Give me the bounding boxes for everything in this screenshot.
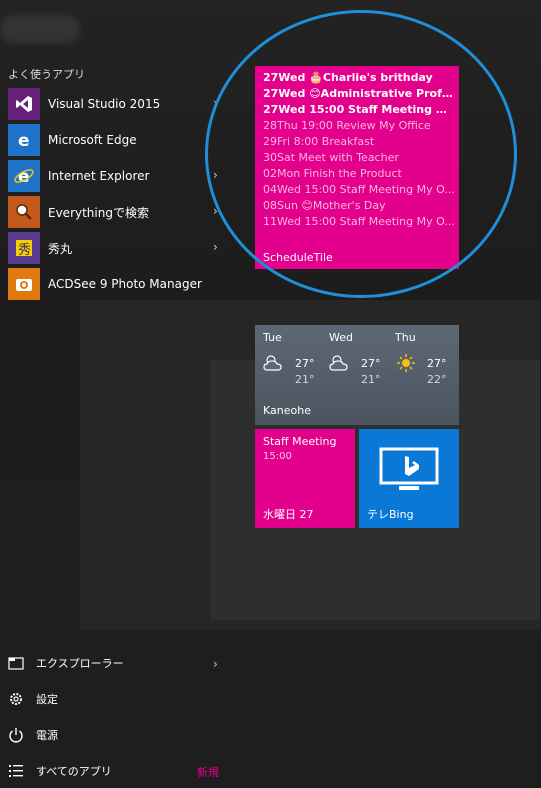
app-item-internet-explorer[interactable]: e Internet Explorer ›: [0, 158, 230, 194]
app-item-hidemaru[interactable]: 秀 秀丸 ›: [0, 230, 230, 266]
meeting-date: 水曜日 27: [263, 508, 314, 521]
svg-text:e: e: [18, 131, 30, 150]
weather-low: 22°: [427, 373, 447, 386]
schedule-entry: 27Wed 🎂Charlie's brithday: [263, 71, 433, 84]
bing-tv-icon: [379, 447, 439, 490]
schedule-entry: 28Thu 19:00 Review My Office: [263, 119, 431, 132]
schedule-entry: 04Wed 15:00 Staff Meeting My O...: [263, 183, 455, 196]
schedule-tile[interactable]: 27Wed 🎂Charlie's brithday 27Wed 😊Adminis…: [255, 66, 459, 269]
app-label: Everythingで検索: [48, 205, 149, 220]
edge-icon: e: [8, 124, 40, 156]
most-used-app-list: Visual Studio 2015 › e Microsoft Edge e …: [0, 86, 230, 302]
internet-explorer-icon: e: [8, 160, 40, 192]
file-explorer-label: エクスプローラー: [36, 657, 124, 670]
schedule-tile-name: ScheduleTile: [263, 251, 333, 264]
file-explorer-item[interactable]: エクスプローラー ›: [0, 646, 230, 680]
all-apps-item[interactable]: すべてのアプリ: [0, 754, 230, 788]
weather-high: 27°: [427, 357, 447, 370]
app-label: Visual Studio 2015: [48, 97, 161, 111]
schedule-entry: 27Wed 😊Administrative Professi...: [263, 87, 455, 100]
tele-bing-tile[interactable]: テレBing: [359, 429, 459, 528]
app-item-acdsee[interactable]: ACDSee 9 Photo Manager: [0, 266, 230, 302]
hidemaru-icon: 秀: [8, 232, 40, 264]
weather-day-name: Tue: [263, 331, 282, 344]
schedule-entry: 27Wed 15:00 Staff Meeting My O...: [263, 103, 455, 116]
app-item-everything[interactable]: Everythingで検索 ›: [0, 194, 230, 230]
power-item[interactable]: 電源: [0, 718, 230, 752]
weather-day-name: Thu: [395, 331, 416, 344]
everything-search-icon: [8, 196, 40, 228]
acdsee-icon: [8, 268, 40, 300]
weather-high: 27°: [295, 357, 315, 370]
weather-day: Thu 27° 22°: [387, 331, 449, 386]
sunny-icon: [397, 354, 415, 372]
chevron-right-icon[interactable]: ›: [213, 168, 218, 182]
weather-day: Tue 27° 21°: [255, 331, 317, 386]
app-label: ACDSee 9 Photo Manager: [48, 277, 202, 291]
meeting-title: Staff Meeting: [263, 435, 337, 448]
most-used-header: よく使うアプリ: [8, 68, 85, 81]
partly-cloudy-icon: [329, 355, 348, 371]
settings-item[interactable]: 設定: [0, 682, 230, 716]
partly-cloudy-icon: [263, 355, 282, 371]
meeting-time: 15:00: [263, 451, 292, 462]
list-icon: [8, 763, 24, 779]
calendar-meeting-tile[interactable]: Staff Meeting 15:00 水曜日 27: [255, 429, 355, 528]
weather-tile[interactable]: Tue 27° 21° Wed 27° 21° Thu 27° 22° Kane…: [255, 325, 459, 425]
svg-text:秀: 秀: [18, 243, 31, 258]
power-label: 電源: [36, 729, 58, 742]
settings-label: 設定: [36, 693, 58, 706]
weather-low: 21°: [295, 373, 315, 386]
user-avatar-blur: [0, 15, 80, 43]
schedule-list: 27Wed 🎂Charlie's brithday 27Wed 😊Adminis…: [263, 70, 455, 230]
schedule-entry: 08Sun 😊Mother's Day: [263, 199, 386, 212]
chevron-right-icon[interactable]: ›: [213, 204, 218, 218]
visual-studio-icon: [8, 88, 40, 120]
chevron-right-icon[interactable]: ›: [213, 240, 218, 254]
bing-tile-label: テレBing: [367, 508, 414, 521]
weather-high: 27°: [361, 357, 381, 370]
file-explorer-icon: [8, 655, 24, 671]
power-icon: [8, 727, 24, 743]
schedule-entry: 30Sat Meet with Teacher: [263, 151, 399, 164]
gear-icon: [8, 691, 24, 707]
schedule-entry: 11Wed 15:00 Staff Meeting My O...: [263, 215, 455, 228]
app-item-visual-studio[interactable]: Visual Studio 2015 ›: [0, 86, 230, 122]
weather-location: Kaneohe: [263, 404, 311, 417]
app-label: Internet Explorer: [48, 169, 150, 183]
schedule-entry: 29Fri 8:00 Breakfast: [263, 135, 375, 148]
chevron-right-icon[interactable]: ›: [213, 96, 218, 110]
weather-low: 21°: [361, 373, 381, 386]
app-label: 秀丸: [48, 241, 73, 256]
app-label: Microsoft Edge: [48, 133, 137, 147]
all-apps-label: すべてのアプリ: [36, 765, 112, 778]
app-item-edge[interactable]: e Microsoft Edge: [0, 122, 230, 158]
new-badge: 新規: [197, 766, 219, 779]
weather-day: Wed 27° 21°: [321, 331, 383, 386]
weather-day-name: Wed: [329, 331, 353, 344]
chevron-right-icon[interactable]: ›: [213, 657, 218, 671]
schedule-entry: 02Mon Finish the Product: [263, 167, 402, 180]
